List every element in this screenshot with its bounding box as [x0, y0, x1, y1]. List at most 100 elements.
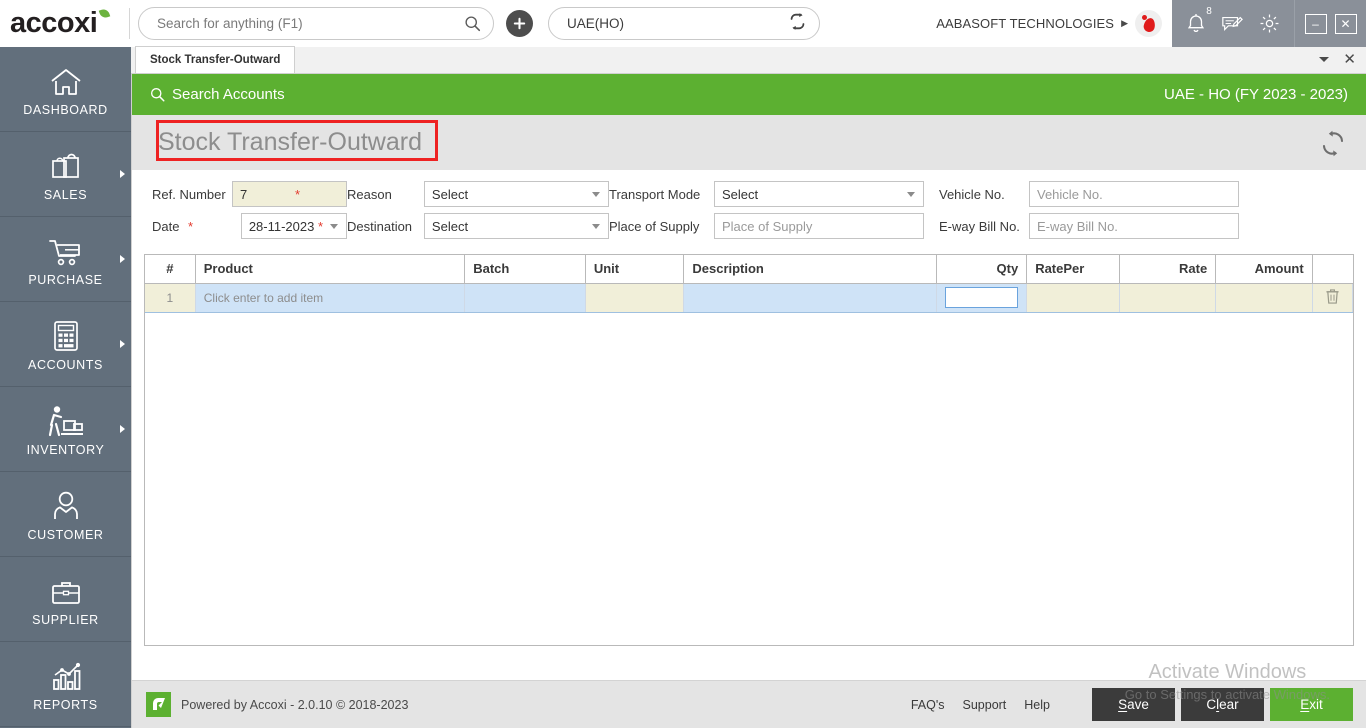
briefcase-icon [50, 571, 82, 607]
cell-delete[interactable] [1312, 283, 1353, 313]
cell-rate[interactable] [1119, 283, 1217, 313]
cell-amount[interactable] [1215, 283, 1313, 313]
logo-divider [129, 8, 130, 39]
notification-bell-icon[interactable]: 8 [1186, 6, 1212, 35]
tab-strip: Stock Transfer-Outward ✕ [131, 46, 1366, 74]
company-switcher[interactable]: AABASOFT TECHNOLOGIES ▶ [936, 10, 1172, 37]
form-area: Ref. Number Reason * Select Transport Mo… [132, 170, 1366, 248]
sidebar-item-label: ACCOUNTS [28, 358, 103, 372]
eway-bill-no-input[interactable] [1029, 213, 1239, 239]
add-new-button[interactable] [506, 10, 533, 37]
support-link[interactable]: Support [963, 698, 1007, 712]
sidebar-item-reports[interactable]: REPORTS [0, 642, 131, 727]
notification-badge: 8 [1206, 5, 1212, 17]
reason-select[interactable]: Select [423, 181, 609, 207]
column-header-batch: Batch [464, 255, 586, 284]
company-name: AABASOFT TECHNOLOGIES [936, 16, 1115, 31]
sidebar-item-supplier[interactable]: SUPPLIER [0, 557, 131, 642]
transport-mode-select[interactable]: Select [714, 181, 924, 207]
home-icon [49, 61, 83, 97]
content-area: Search Accounts UAE - HO (FY 2023 - 2023… [131, 74, 1366, 728]
footer-links: FAQ's Support Help Save Cl ear Exit [911, 688, 1353, 721]
column-header-description: Description [683, 255, 937, 284]
close-icon[interactable]: ✕ [1343, 52, 1356, 67]
chevron-down-icon [592, 192, 600, 197]
sidebar-item-sales[interactable]: SALES [0, 132, 131, 217]
place-of-supply-input[interactable] [714, 213, 924, 239]
chevron-right-icon [120, 340, 125, 348]
close-button[interactable]: ✕ [1334, 13, 1357, 34]
transport-mode-value: Select [722, 186, 759, 202]
refresh-icon[interactable] [1318, 128, 1348, 158]
leaf-icon [98, 7, 111, 20]
user-avatar-icon[interactable] [1135, 10, 1162, 37]
sidebar-item-purchase[interactable]: PURCHASE [0, 217, 131, 302]
date-picker[interactable]: 28-11-2023 [240, 213, 347, 239]
sidebar-item-dashboard[interactable]: DASHBOARD [0, 47, 131, 132]
form-row-2: Date * 28-11-2023 Destination * Select P… [132, 210, 1366, 242]
search-accounts-button[interactable]: Search Accounts [150, 86, 285, 103]
column-header-action [1312, 255, 1353, 284]
application-window: accoxi UAE(HO) AA [0, 0, 1366, 728]
cell-batch[interactable] [464, 283, 586, 313]
clear-button[interactable]: Cl ear [1181, 688, 1264, 721]
chevron-down-icon [330, 224, 338, 229]
search-input[interactable] [157, 16, 464, 31]
window-controls: – ✕ [1294, 0, 1366, 47]
branch-value: UAE(HO) [567, 16, 624, 31]
cell-rateper[interactable] [1026, 283, 1120, 313]
caret-right-icon: ▶ [1121, 18, 1128, 28]
tab-stock-transfer-outward[interactable]: Stock Transfer-Outward [135, 46, 296, 73]
cell-product[interactable]: Click enter to add item [195, 283, 466, 313]
sidebar-item-customer[interactable]: CUSTOMER [0, 472, 131, 557]
chevron-down-icon [592, 224, 600, 229]
date-required-asterisk: * [187, 218, 194, 234]
trash-icon[interactable] [1325, 288, 1340, 308]
global-search[interactable] [138, 7, 494, 40]
help-link[interactable]: Help [1024, 698, 1050, 712]
destination-select[interactable]: Select [423, 213, 609, 239]
page-title: Stock Transfer-Outward [158, 128, 422, 156]
cell-qty[interactable] [936, 283, 1028, 313]
app-logo: accoxi [0, 0, 130, 47]
settings-gear-icon[interactable] [1259, 13, 1280, 34]
chevron-down-icon[interactable] [1319, 57, 1330, 62]
faqs-link[interactable]: FAQ's [911, 698, 945, 712]
shopping-cart-icon [48, 231, 84, 267]
grid-header-row: # Product Batch Unit Description Qty Rat… [145, 255, 1353, 284]
sidebar-item-label: CUSTOMER [27, 528, 104, 542]
column-header-amount: Amount [1215, 255, 1313, 284]
exit-button-rest: xit [1309, 697, 1323, 712]
destination-required-asterisk: * [318, 218, 324, 234]
person-icon [51, 486, 81, 522]
bar-chart-icon [50, 656, 82, 692]
line-items-grid: # Product Batch Unit Description Qty Rat… [144, 254, 1354, 646]
row-index: 1 [145, 283, 196, 313]
tab-label: Stock Transfer-Outward [150, 54, 281, 66]
minimize-button[interactable]: – [1304, 13, 1327, 34]
chevron-right-icon [120, 425, 125, 433]
message-icon[interactable] [1221, 14, 1244, 34]
save-button[interactable]: Save [1092, 688, 1175, 721]
cell-unit[interactable] [585, 283, 685, 313]
column-header-rate: Rate [1119, 255, 1217, 284]
sidebar-item-label: PURCHASE [28, 273, 103, 287]
sidebar-item-label: INVENTORY [26, 443, 105, 457]
switch-branch-icon[interactable] [788, 12, 807, 35]
cell-description[interactable] [683, 283, 937, 313]
sidebar-item-inventory[interactable]: INVENTORY [0, 387, 131, 472]
column-header-unit: Unit [585, 255, 685, 284]
qty-input[interactable] [944, 287, 1019, 308]
date-label: Date [152, 218, 180, 234]
branch-selector[interactable]: UAE(HO) [548, 7, 820, 40]
table-row[interactable]: 1 Click enter to add item [145, 283, 1353, 313]
ref-number-input[interactable] [232, 181, 347, 207]
destination-value: Select [431, 218, 469, 234]
vehicle-no-label: Vehicle No. [939, 186, 1005, 202]
transport-mode-label: Transport Mode [609, 186, 701, 202]
vehicle-no-input[interactable] [1029, 181, 1239, 207]
sidebar-item-accounts[interactable]: ACCOUNTS [0, 302, 131, 387]
shopping-bag-icon [50, 146, 82, 182]
tab-strip-actions: ✕ [1319, 46, 1366, 73]
exit-button[interactable]: Exit [1270, 688, 1353, 721]
